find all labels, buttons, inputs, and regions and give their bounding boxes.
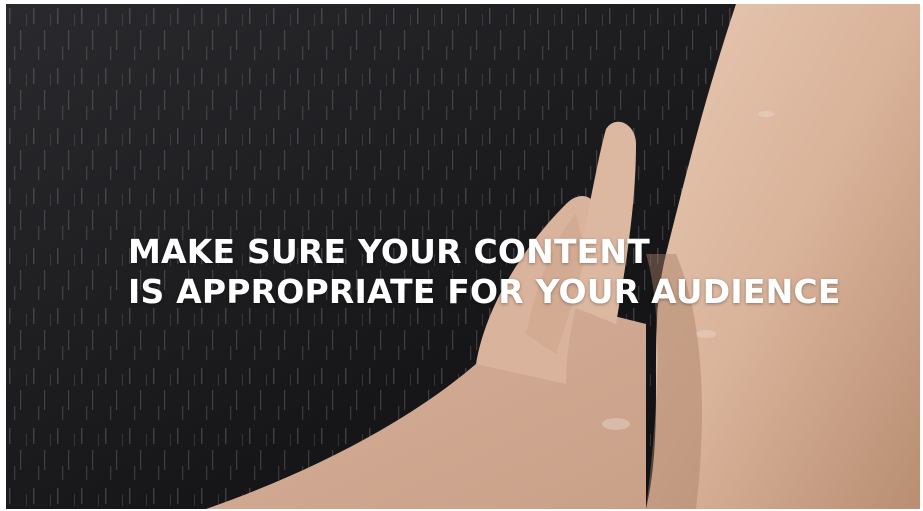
video-frame: MAKE SURE YOUR CONTENT IS APPROPRIATE FO… <box>6 4 920 509</box>
overlay-caption: MAKE SURE YOUR CONTENT IS APPROPRIATE FO… <box>128 232 841 312</box>
caption-line-1: MAKE SURE YOUR CONTENT <box>128 232 650 271</box>
caption-line-2: IS APPROPRIATE FOR YOUR AUDIENCE <box>128 272 841 311</box>
